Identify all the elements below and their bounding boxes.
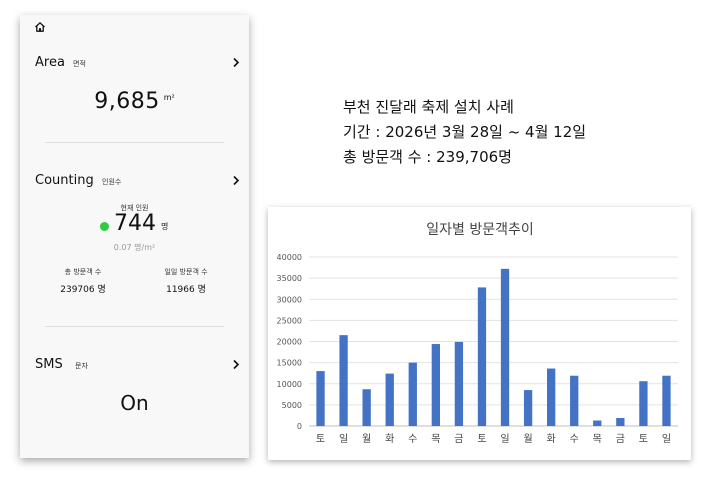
x-tick-label: 토 (639, 434, 648, 445)
bar (385, 373, 394, 426)
bar (547, 368, 556, 426)
counting-subtitle: 인원수 (102, 178, 122, 186)
mobile-app-panel: Area 면적 9,685 m² Counting 인원수 현재 인원 744 명… (20, 15, 249, 458)
sms-subtitle: 문자 (75, 362, 88, 370)
chevron-right-icon[interactable] (232, 175, 240, 186)
total-visitors-value: 239706 명 (60, 285, 106, 295)
x-tick-label: 목 (431, 433, 440, 445)
area-subtitle: 면적 (73, 60, 86, 68)
x-tick-label: 화 (385, 433, 394, 445)
chevron-right-icon[interactable] (232, 57, 240, 68)
y-tick-label: 20000 (277, 338, 302, 347)
x-tick-label: 수 (408, 433, 417, 445)
case-period: 기간 : 2026년 3월 28일 ~ 4월 12일 (343, 123, 587, 141)
area-section-header[interactable]: Area 면적 (35, 55, 240, 73)
case-info: 부천 진달래 축제 설치 사례 기간 : 2026년 3월 28일 ~ 4월 1… (343, 95, 586, 170)
x-tick-label: 목 (593, 433, 602, 445)
sms-title: SMS (35, 357, 63, 372)
x-tick-label: 화 (547, 433, 556, 445)
visitor-trend-chart: 일자별 방문객추이 0 5000 10000 15000 20000 25000 30000… (277, 222, 678, 445)
bar (639, 381, 648, 426)
sms-status-value: On (120, 391, 149, 415)
x-tick-label: 일 (339, 433, 348, 445)
bar (500, 268, 510, 426)
bar (593, 420, 602, 426)
bar (616, 417, 625, 426)
y-tick-label: 40000 (277, 253, 302, 262)
case-total-visitors: 총 방문객 수 : 239,706명 (343, 148, 512, 166)
x-tick-label: 일 (662, 433, 671, 445)
chart-title: 일자별 방문객추이 (426, 222, 534, 238)
bar (477, 287, 487, 426)
daily-visitors-label: 일일 방문객 수 (164, 268, 208, 276)
x-tick-label: 토 (477, 434, 486, 445)
daily-visitors-value: 11966 명 (166, 285, 206, 295)
y-tick-label: 0 (297, 422, 302, 431)
area-title: Area (35, 55, 65, 70)
area-value: 9,685 m² (20, 89, 249, 114)
y-tick-label: 35000 (277, 274, 302, 283)
bar (454, 341, 464, 426)
divider (45, 326, 224, 327)
x-tick-label: 토 (316, 434, 325, 445)
bar (523, 390, 533, 426)
x-tick-label: 일 (500, 433, 509, 445)
y-tick-label: 15000 (277, 359, 302, 368)
chevron-right-icon[interactable] (232, 359, 240, 370)
area-number: 9,685 (94, 89, 160, 114)
home-icon[interactable] (34, 21, 46, 33)
y-tick-label: 5000 (282, 401, 302, 410)
current-count-unit: 명 (161, 222, 169, 231)
counting-section-header[interactable]: Counting 인원수 (35, 173, 240, 191)
area-unit: m² (163, 92, 175, 102)
x-tick-label: 수 (570, 433, 579, 445)
total-visitors-label: 총 방문객 수 (64, 268, 102, 276)
counting-title: Counting (35, 173, 94, 188)
case-title: 부천 진달래 축제 설치 사례 (343, 98, 514, 116)
bar (408, 362, 417, 426)
y-tick-label: 10000 (277, 380, 302, 389)
sms-section-header[interactable]: SMS 문자 (35, 357, 240, 375)
density-value: 0.07 명/m² (113, 243, 156, 252)
visitor-trend-chart-card: 일자별 방문객추이 0 5000 10000 15000 20000 25000 30000… (268, 207, 691, 460)
bar (316, 371, 325, 426)
bar (570, 375, 579, 426)
x-tick-label: 금 (454, 433, 463, 445)
online-status-dot (100, 222, 109, 231)
divider (45, 142, 224, 143)
x-tick-label: 월 (523, 433, 532, 445)
y-tick-label: 30000 (277, 295, 302, 304)
x-tick-label: 월 (362, 433, 371, 445)
current-count-value: 744 (114, 211, 156, 236)
bar (662, 375, 671, 426)
bar (362, 389, 371, 426)
y-tick-label: 25000 (277, 316, 302, 325)
x-tick-label: 금 (616, 433, 625, 445)
bar (339, 335, 348, 426)
bar (431, 344, 440, 426)
